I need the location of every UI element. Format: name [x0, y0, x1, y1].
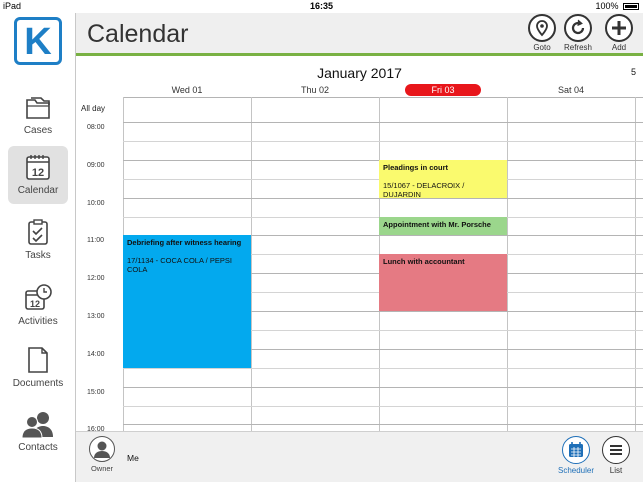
sidebar-item-label: Contacts: [18, 442, 58, 453]
calendar-event[interactable]: Pleadings in court 15/1067 - DELACROIX / …: [379, 159, 507, 198]
calendar-icon: 12: [26, 155, 50, 180]
svg-text:12: 12: [32, 167, 44, 179]
half-hour-line: [123, 140, 643, 142]
week-number: 5: [630, 67, 636, 77]
calendar-clock-icon: 12: [25, 284, 52, 310]
goto-button[interactable]: Goto: [525, 14, 559, 52]
sidebar-item-documents[interactable]: Documents: [8, 339, 68, 397]
refresh-icon: [571, 19, 585, 35]
person-icon: [93, 441, 110, 458]
calendar-view: January 2017 5 Wed 01 Thu 02 Fri 03 Sat …: [76, 59, 643, 433]
day-header-sat[interactable]: Sat 04: [507, 85, 635, 97]
grid-column-divider: [635, 97, 636, 431]
battery-icon: [623, 3, 639, 10]
hour-line: [123, 386, 643, 388]
folder-icon: [26, 97, 50, 119]
plus-icon: [612, 21, 626, 35]
battery-status: 100%: [595, 1, 639, 11]
status-bar: iPad 16:35 100%: [0, 0, 643, 13]
calendar-grid[interactable]: 08:00 09:00 10:00 11:00 12:00 13:00 14:00 15:00…: [76, 97, 643, 433]
list-icon: [609, 444, 622, 455]
half-hour-line: [123, 405, 643, 407]
event-title: Lunch with accountant: [383, 257, 465, 267]
app-logo[interactable]: K: [14, 17, 62, 65]
time-label: 10:00: [87, 199, 105, 207]
svg-text:12: 12: [30, 299, 40, 309]
time-label: 13:00: [87, 313, 105, 320]
sidebar-item-contacts[interactable]: Contacts: [8, 403, 68, 461]
people-icon: [21, 412, 53, 439]
event-title: Appointment with Mr. Porsche: [383, 219, 491, 229]
calendar-event[interactable]: Lunch with accountant: [379, 254, 507, 311]
scheduler-icon: [568, 441, 583, 457]
calendar-event[interactable]: Appointment with Mr. Porsche: [379, 216, 507, 236]
battery-percent: 100%: [595, 1, 619, 11]
day-header-thu[interactable]: Thu 02: [251, 85, 379, 97]
grid-line: [123, 97, 643, 98]
clipboard-icon: [28, 219, 48, 245]
half-hour-line: [123, 367, 643, 369]
page-title: Calendar: [87, 20, 189, 48]
calendar-event[interactable]: Debriefing after witness hearing 17/1134 …: [123, 235, 251, 368]
time-label: 08:00: [87, 124, 105, 131]
list-button[interactable]: List: [596, 436, 636, 475]
time-label: 11:00: [87, 237, 104, 245]
sidebar-item-label: Activities: [18, 316, 58, 327]
sidebar: K Cases 12 Calendar Tasks 12 Activities …: [0, 13, 76, 482]
location-pin-icon: [536, 20, 548, 37]
sidebar-item-label: Tasks: [25, 250, 51, 261]
hour-line: [123, 424, 643, 426]
event-title: Pleadings in court: [383, 162, 449, 172]
sidebar-item-activities[interactable]: 12 Activities: [8, 277, 68, 335]
refresh-button[interactable]: Refresh: [561, 14, 595, 52]
sidebar-item-label: Calendar: [17, 185, 59, 196]
bottom-toolbar: Owner Me Scheduler List: [76, 431, 643, 482]
sidebar-item-label: Cases: [23, 125, 53, 136]
time-label: 15:00: [87, 388, 105, 396]
day-header-wed[interactable]: Wed 01: [123, 85, 251, 97]
sidebar-item-cases[interactable]: Cases: [8, 86, 68, 144]
owner-button[interactable]: Owner: [87, 436, 117, 473]
month-title: January 2017: [317, 65, 402, 81]
clock: 16:35: [309, 1, 334, 11]
sidebar-item-calendar[interactable]: 12 Calendar: [8, 146, 68, 204]
hour-line: [123, 197, 643, 199]
owner-value: Me: [127, 453, 139, 463]
grid-column-divider: [507, 97, 508, 431]
grid-column-divider: [251, 97, 252, 431]
time-label: 12:00: [87, 275, 105, 283]
time-label: 09:00: [87, 161, 105, 169]
day-header-fri[interactable]: Fri 03: [379, 84, 507, 97]
header: Calendar Goto Refresh Add: [76, 13, 643, 56]
time-label: 14:00: [87, 350, 105, 358]
hour-line: [123, 122, 643, 123]
scheduler-button[interactable]: Scheduler: [556, 436, 596, 475]
event-detail: 17/1134 - COCA COLA / PEPSI COLA: [127, 256, 232, 275]
event-detail: 15/1067 - DELACROIX / DUJARDIN: [383, 180, 465, 198]
sidebar-item-tasks[interactable]: Tasks: [8, 211, 68, 269]
document-icon: [28, 347, 48, 373]
event-title: Debriefing after witness hearing: [127, 238, 242, 248]
sidebar-item-label: Documents: [12, 378, 64, 389]
add-button[interactable]: Add: [602, 14, 636, 52]
